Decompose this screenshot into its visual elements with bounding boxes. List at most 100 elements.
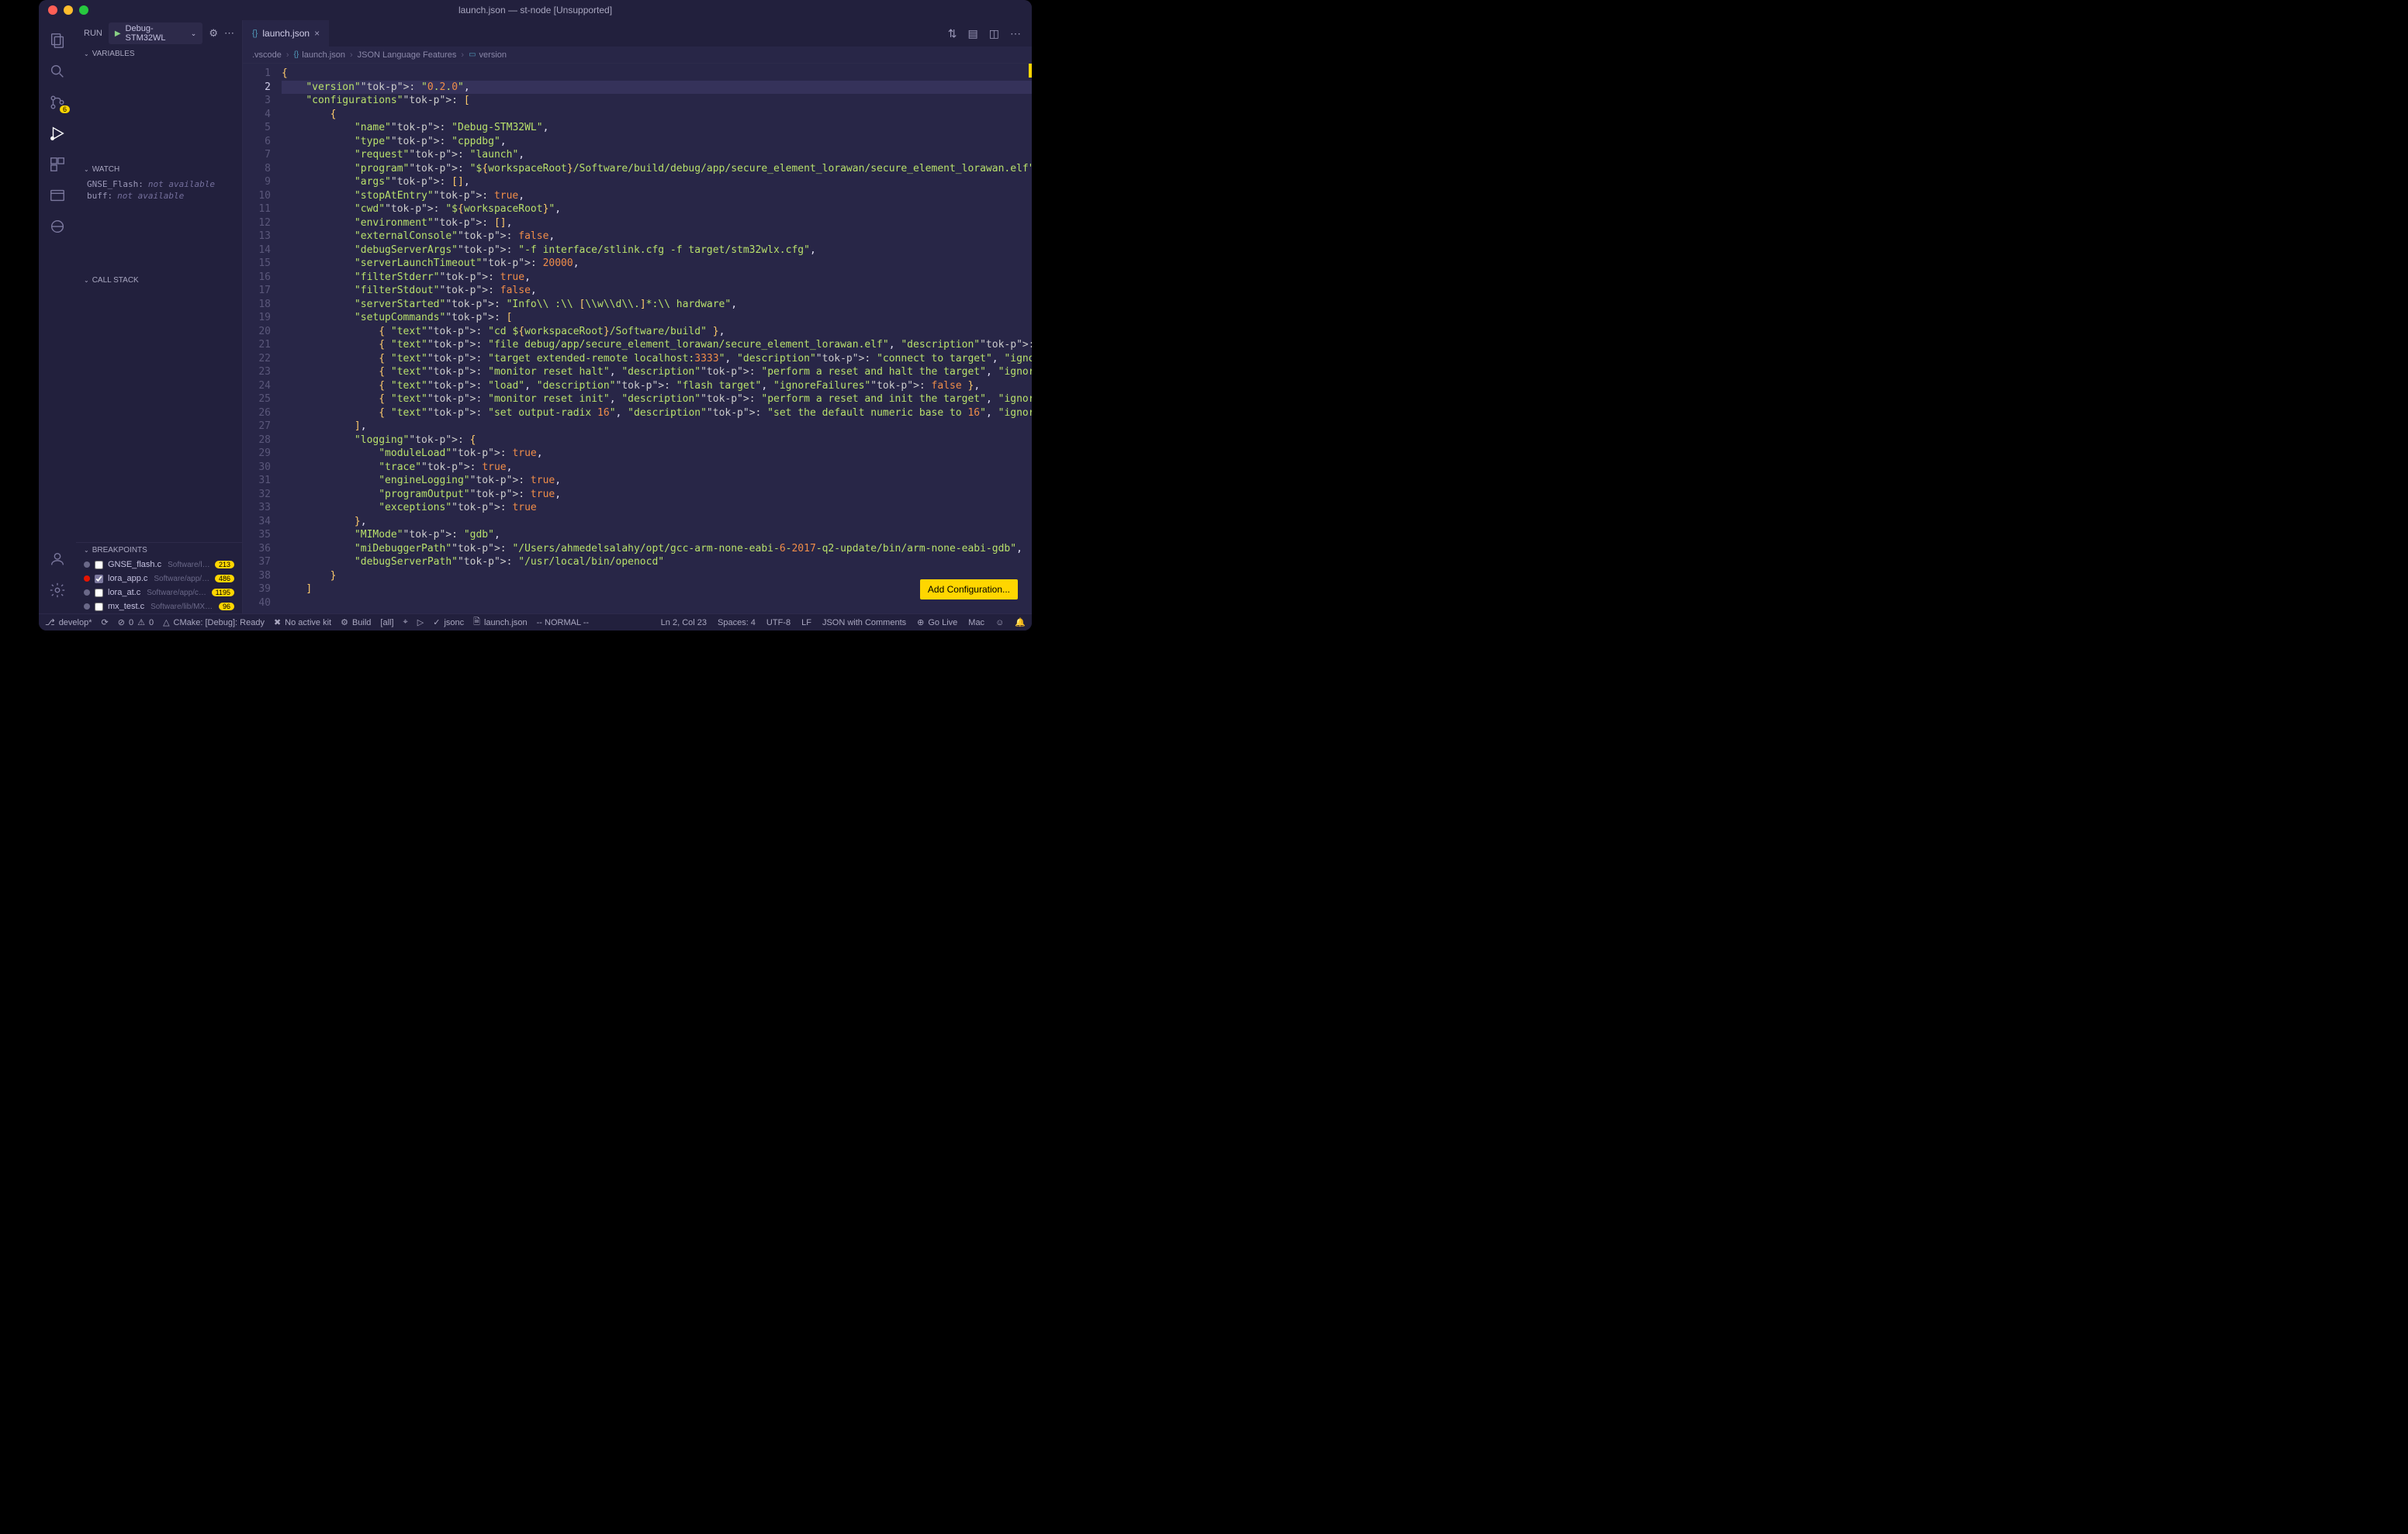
status-bar: ⎇develop* ⟳ ⊘0 ⚠0 △CMake: [Debug]: Ready… (39, 613, 1032, 631)
crumb-symbol: ▭version (469, 50, 507, 60)
add-configuration-button[interactable]: Add Configuration... (920, 579, 1018, 599)
section-label: CALL STACK (92, 276, 139, 285)
breakpoint-path: Software/app/basic_loraw... (154, 575, 210, 583)
watch-value: not available (117, 191, 184, 201)
chevron-down-icon: ⌄ (191, 29, 197, 38)
source-control-icon[interactable]: 6 (39, 87, 76, 118)
explorer-icon[interactable] (39, 25, 76, 56)
more-icon[interactable]: ⋯ (1010, 27, 1021, 40)
debug-launch-icon[interactable]: ⌖ (403, 617, 408, 627)
section-label: VARIABLES (92, 50, 135, 58)
file-indicator[interactable]: 🗎launch.json (473, 615, 528, 630)
ellipsis-icon[interactable]: ⋯ (224, 27, 234, 40)
breakpoint-checkbox[interactable] (95, 603, 103, 611)
breakpoint-row[interactable]: lora_app.c Software/app/basic_loraw... 486 (76, 572, 242, 586)
breakpoint-checkbox[interactable] (95, 561, 103, 569)
run-icon[interactable]: ▷ (417, 617, 424, 627)
problems-indicator[interactable]: ⊘0 ⚠0 (118, 617, 154, 627)
breakpoint-row[interactable]: lora_at.c Software/app/cert_lorawan 1195 (76, 586, 242, 599)
vim-mode: -- NORMAL -- (537, 618, 589, 627)
minimize-icon[interactable] (64, 5, 73, 15)
filetype-indicator[interactable]: JSON with Comments (822, 618, 906, 627)
debug-sidebar: RUN ▶ Debug-STM32WL ⌄ ⚙ ⋯ ⌄ VARIABLES ⌄ … (76, 20, 243, 613)
cursor-position[interactable]: Ln 2, Col 23 (661, 618, 707, 627)
variables-section[interactable]: ⌄ VARIABLES (76, 47, 242, 61)
preview-icon[interactable] (39, 180, 76, 211)
eol-indicator[interactable]: LF (801, 618, 811, 627)
kit-status[interactable]: ✖No active kit (274, 617, 331, 627)
cmake-status[interactable]: △CMake: [Debug]: Ready (163, 617, 265, 627)
breakpoint-dot-icon (84, 575, 90, 582)
breakpoints-section[interactable]: ⌄ BREAKPOINTS (76, 543, 242, 558)
breakpoint-dot-icon (84, 589, 90, 596)
maximize-icon[interactable] (79, 5, 88, 15)
language-mode[interactable]: ✓jsonc (433, 617, 464, 627)
breakpoint-dot-icon (84, 603, 90, 610)
account-icon[interactable] (39, 544, 76, 575)
split-icon[interactable]: ◫ (989, 27, 999, 40)
callstack-section[interactable]: ⌄ CALL STACK (76, 273, 242, 288)
build-button[interactable]: ⚙Build (341, 617, 371, 627)
debug-config-selector[interactable]: ▶ Debug-STM32WL ⌄ (109, 22, 203, 44)
chevron-down-icon: ⌄ (84, 166, 89, 173)
run-label: RUN (84, 29, 102, 38)
search-icon[interactable] (39, 56, 76, 87)
watch-section[interactable]: ⌄ WATCH (76, 162, 242, 177)
code-area[interactable]: 1234567891011121314151617181920212223242… (243, 64, 1032, 613)
minimap-indicator (1029, 64, 1032, 78)
close-icon[interactable]: × (314, 28, 320, 39)
line-gutter: 1234567891011121314151617181920212223242… (243, 64, 282, 613)
sync-indicator[interactable]: ⟳ (102, 617, 109, 627)
run-debug-icon[interactable] (39, 118, 76, 149)
breakpoint-path: Software/app/cert_lorawan (147, 589, 206, 597)
bell-icon[interactable]: 🔔 (1015, 617, 1026, 627)
breakpoint-count: 1195 (212, 589, 234, 596)
breakpoint-file: lora_app.c (108, 574, 147, 583)
breakpoint-count: 96 (219, 603, 234, 610)
source-text[interactable]: { "version""tok-p">: "0.2.0", "configura… (282, 64, 1032, 613)
breakpoint-path: Software/lib/GNSE_HAL (168, 561, 210, 569)
breakpoint-row[interactable]: mx_test.cSoftware/lib/MX25R163596 (76, 599, 242, 613)
traffic-lights (48, 5, 88, 15)
json-icon: {} (252, 29, 258, 38)
feedback-icon[interactable]: ☺ (995, 618, 1004, 627)
os-indicator: Mac (968, 618, 984, 627)
section-label: WATCH (92, 165, 120, 174)
gear-icon[interactable]: ⚙ (209, 27, 218, 40)
breakpoint-checkbox[interactable] (95, 589, 103, 597)
encoding-indicator[interactable]: UTF-8 (766, 618, 791, 627)
extensions-icon[interactable] (39, 149, 76, 180)
section-label: BREAKPOINTS (92, 546, 147, 555)
branch-indicator[interactable]: ⎇develop* (45, 617, 92, 627)
watch-item[interactable]: buff: not available (87, 190, 231, 202)
debug-config-name: Debug-STM32WL (126, 24, 186, 43)
crumb-folder: .vscode (252, 50, 282, 60)
play-icon: ▶ (115, 29, 121, 38)
watch-item[interactable]: GNSE_Flash: not available (87, 178, 231, 190)
settings-icon[interactable] (39, 575, 76, 606)
watch-body: GNSE_Flash: not available buff: not avai… (76, 177, 242, 203)
golive-button[interactable]: ⊕Go Live (917, 617, 957, 627)
tab-label: launch.json (262, 28, 310, 39)
breakpoint-checkbox[interactable] (95, 575, 103, 583)
run-file-icon[interactable]: ⇅ (948, 27, 957, 40)
preview-icon[interactable]: ▤ (968, 27, 978, 40)
watch-name: buff: (87, 191, 112, 201)
titlebar: launch.json — st-node [Unsupported] (39, 0, 1032, 20)
breakpoint-file: lora_at.c (108, 588, 140, 597)
breadcrumb[interactable]: .vscode › {}launch.json › JSON Language … (243, 47, 1032, 64)
breakpoint-row[interactable]: GNSE_flash.cSoftware/lib/GNSE_HAL213 (76, 558, 242, 572)
build-target[interactable]: [all] (380, 618, 393, 627)
scm-badge: 6 (60, 105, 70, 113)
editor: {} launch.json × ⇅ ▤ ◫ ⋯ .vscode › {}lau… (243, 20, 1032, 613)
breakpoint-file: GNSE_flash.c (108, 560, 161, 569)
watch-value: not available (148, 179, 215, 189)
breakpoint-count: 486 (215, 575, 234, 582)
tab-bar: {} launch.json × ⇅ ▤ ◫ ⋯ (243, 20, 1032, 47)
tab-launch-json[interactable]: {} launch.json × (243, 20, 330, 47)
close-icon[interactable] (48, 5, 57, 15)
watch-name: GNSE_Flash: (87, 179, 144, 189)
indent-indicator[interactable]: Spaces: 4 (718, 618, 756, 627)
docker-icon[interactable] (39, 211, 76, 242)
breakpoint-path: Software/lib/MX25R1635 (150, 603, 214, 611)
